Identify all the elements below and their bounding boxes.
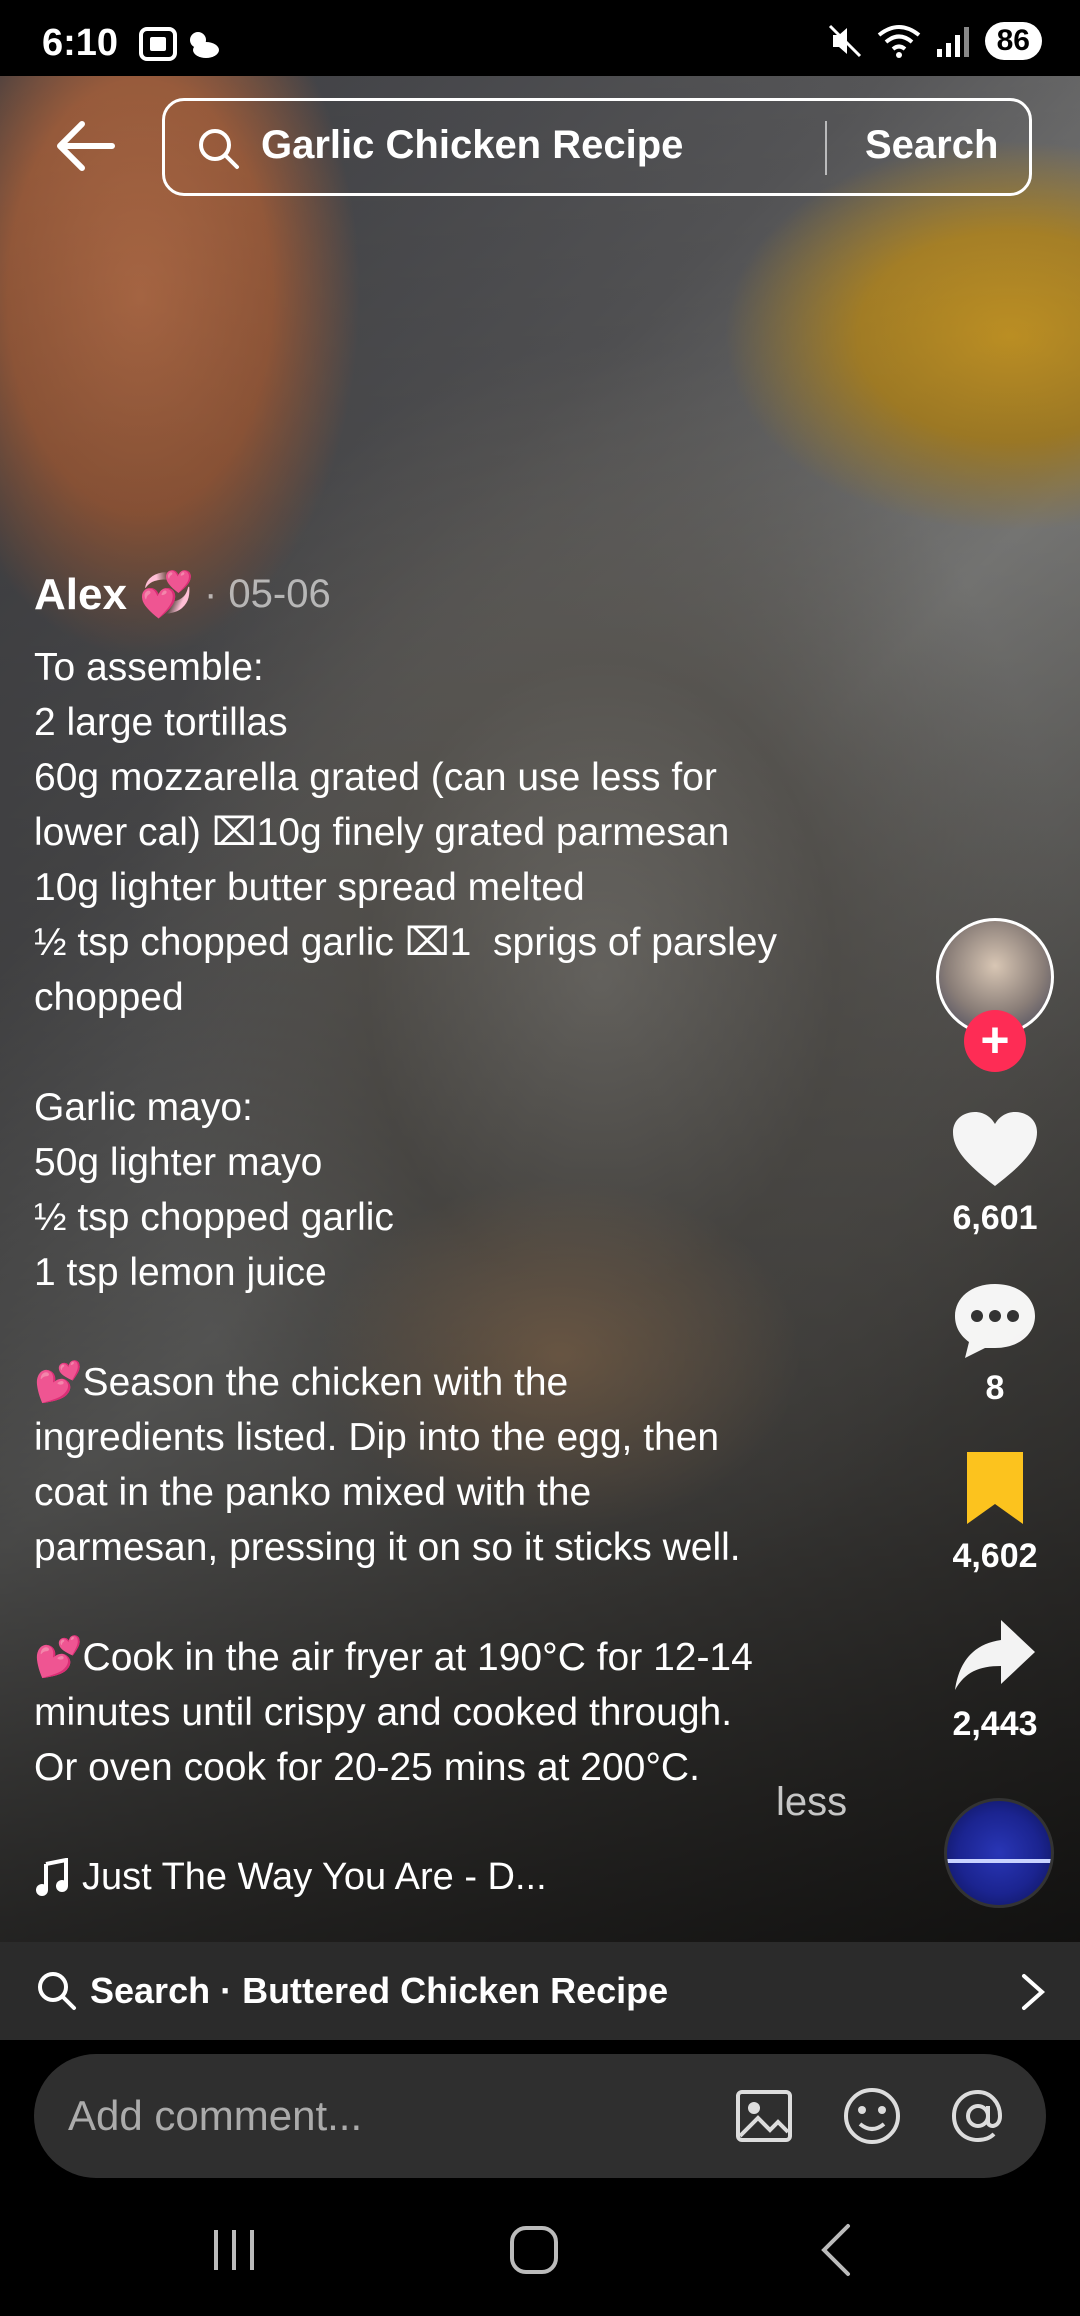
suggestion-text[interactable]: Search · Buttered Chicken Recipe bbox=[90, 1970, 668, 2012]
follow-button[interactable]: + bbox=[964, 1010, 1026, 1072]
status-time: 6:10 bbox=[42, 22, 119, 64]
search-suggestion[interactable]: Search · Buttered Chicken Recipe bbox=[0, 1942, 1080, 2040]
like-button[interactable]: 6,601 bbox=[935, 1110, 1055, 1238]
save-button[interactable]: 4,602 bbox=[935, 1448, 1055, 1576]
music-disc[interactable] bbox=[944, 1798, 1054, 1908]
like-count: 6,601 bbox=[952, 1199, 1038, 1237]
comment-icon bbox=[955, 1284, 1035, 1358]
comment-count: 8 bbox=[985, 1369, 1005, 1407]
search-icon bbox=[199, 129, 239, 169]
mute-icon bbox=[828, 24, 861, 58]
share-button[interactable]: 2,443 bbox=[935, 1616, 1055, 1744]
arrow-left-icon bbox=[57, 121, 115, 171]
bookmark-icon bbox=[967, 1452, 1023, 1524]
signal-icon bbox=[936, 27, 969, 57]
caption-line: 1 tsp lemon juice bbox=[34, 1251, 327, 1294]
search-query[interactable]: Garlic Chicken Recipe bbox=[261, 123, 683, 168]
post-caption[interactable]: To assemble: 2 large tortillas 60g mozzare… bbox=[34, 640, 894, 1795]
post-author[interactable]: Alex 💞 · 05-06 bbox=[34, 568, 331, 620]
caption-line: minutes until crispy and cooked through. bbox=[34, 1691, 733, 1734]
caption-line: ½ tsp chopped garlic bbox=[34, 1196, 394, 1239]
screenshot-icon bbox=[139, 27, 177, 61]
caption-line: parmesan, pressing it on so it sticks we… bbox=[34, 1526, 741, 1569]
battery-level: 86 bbox=[984, 22, 1042, 60]
comment-placeholder[interactable]: Add comment... bbox=[68, 2092, 362, 2140]
caption-line: Garlic mayo: bbox=[34, 1086, 253, 1129]
caption-line: ingredients listed. Dip into the egg, th… bbox=[34, 1416, 720, 1459]
caption-line: 60g mozzarella grated (can use less for bbox=[34, 756, 717, 799]
caption-line: ½ tsp chopped garlic ⌧1 sprigs of parsle… bbox=[34, 921, 777, 964]
mention-icon[interactable] bbox=[946, 2084, 1010, 2148]
search-bar[interactable]: Garlic Chicken Recipe Search bbox=[162, 98, 1032, 196]
caption-line bbox=[34, 1300, 894, 1355]
status-bar: 6:10 86 bbox=[0, 0, 1080, 76]
caption-line: 10g lighter butter spread melted bbox=[34, 866, 585, 909]
caption-line: To assemble: bbox=[34, 646, 264, 689]
caption-line: chopped bbox=[34, 976, 184, 1019]
home-icon[interactable] bbox=[494, 2220, 574, 2280]
comment-bar: Add comment... bbox=[0, 2040, 1080, 2180]
search-button[interactable]: Search bbox=[865, 123, 998, 168]
back-button[interactable] bbox=[52, 118, 122, 178]
author-name[interactable]: Alex 💞 bbox=[34, 568, 194, 620]
system-nav-bar bbox=[0, 2180, 1080, 2316]
search-divider bbox=[825, 121, 827, 175]
heart-icon bbox=[953, 1112, 1037, 1186]
music-note-icon bbox=[36, 1857, 68, 1896]
save-count: 4,602 bbox=[952, 1537, 1038, 1575]
music-track[interactable]: Just The Way You Are - D... bbox=[34, 1856, 547, 1899]
recent-apps-icon[interactable] bbox=[194, 2220, 274, 2280]
post-date: · 05-06 bbox=[203, 571, 331, 616]
caption-line: 2 large tortillas bbox=[34, 701, 288, 744]
share-count: 2,443 bbox=[952, 1705, 1038, 1743]
wifi-icon bbox=[877, 25, 920, 58]
share-arrow-icon bbox=[955, 1620, 1035, 1690]
less-button[interactable]: less bbox=[776, 1780, 847, 1825]
caption-line: lower cal) ⌧10g finely grated parmesan bbox=[34, 811, 730, 854]
image-icon[interactable] bbox=[732, 2084, 796, 2148]
caption-line bbox=[34, 1025, 894, 1080]
caption-line: coat in the panko mixed with the bbox=[34, 1471, 592, 1514]
emoji-icon[interactable] bbox=[840, 2084, 904, 2148]
weather-icon bbox=[190, 32, 220, 58]
chevron-right-icon bbox=[1022, 1974, 1046, 2010]
comment-button[interactable]: 8 bbox=[935, 1280, 1055, 1408]
caption-line: Or oven cook for 20-25 mins at 200°C. bbox=[34, 1746, 700, 1789]
music-title[interactable]: Just The Way You Are - D... bbox=[82, 1856, 547, 1899]
comment-input[interactable]: Add comment... bbox=[34, 2054, 1046, 2178]
search-icon bbox=[38, 1972, 76, 2010]
caption-line: 💕Cook in the air fryer at 190°C for 12-1… bbox=[34, 1636, 753, 1679]
caption-line: 50g lighter mayo bbox=[34, 1141, 323, 1184]
caption-line bbox=[34, 1575, 894, 1630]
back-nav-icon[interactable] bbox=[798, 2220, 878, 2280]
caption-line: 💕Season the chicken with the bbox=[34, 1361, 569, 1404]
